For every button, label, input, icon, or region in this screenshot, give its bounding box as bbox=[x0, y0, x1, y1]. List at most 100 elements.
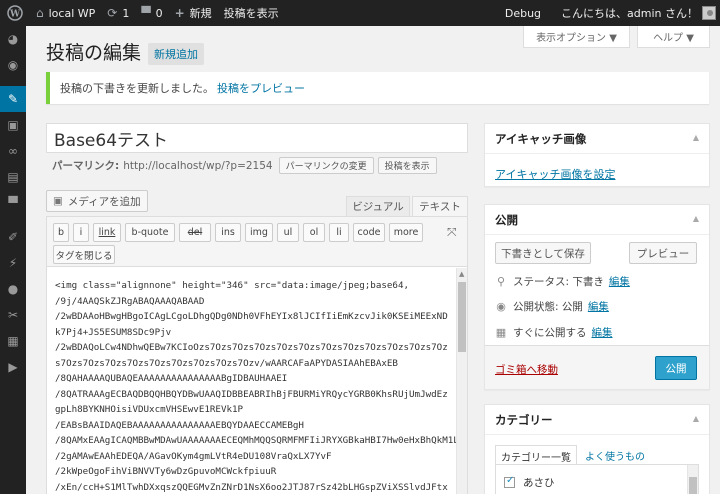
qt-ins-button[interactable]: ins bbox=[215, 223, 241, 242]
save-draft-button[interactable]: 下書きとして保存 bbox=[495, 242, 591, 264]
schedule-row: ▦ すぐに公開する 編集 bbox=[495, 325, 613, 340]
admin-bar: W ⌂ local WP ⟳ 1 ▀ 0 + 新規 投稿を表示 Debug こん… bbox=[0, 0, 720, 26]
plugins-icon[interactable]: ⚡ bbox=[0, 250, 26, 276]
new-label: 新規 bbox=[189, 7, 212, 20]
media-icon: ▣ bbox=[53, 195, 63, 207]
code-line: /8QAMxEAAgICAQMBBwMDAwUAAAAAAAECEQMhMQQS… bbox=[55, 435, 457, 446]
eye-icon: ◉ bbox=[496, 300, 506, 313]
edit-status-link[interactable]: 編集 bbox=[609, 274, 630, 289]
qt-blockquote-button[interactable]: b-quote bbox=[125, 223, 175, 242]
category-checklist: あさひ bbox=[495, 464, 699, 494]
comment-icon: ▀ bbox=[141, 6, 151, 20]
permalink-label: パーマリンク: bbox=[52, 160, 120, 172]
tools-icon[interactable]: ✂ bbox=[0, 302, 26, 328]
scroll-up-arrow-icon[interactable]: ▲ bbox=[459, 270, 464, 278]
preview-button[interactable]: プレビュー bbox=[629, 242, 697, 264]
greeting: こんにちは、admin さん！ bbox=[561, 7, 698, 20]
qt-ul-button[interactable]: ul bbox=[277, 223, 299, 242]
admin-menu: ◕ ◉ ✎ ▣ ∞ ▤ ▀ ✐ ⚡ ● ✂ ▦ ▶ bbox=[0, 26, 26, 494]
permalink-url: http://localhost/wp/?p=2154 bbox=[123, 159, 273, 172]
categories-box: カテゴリー ▲ カテゴリー一覧 よく使うもの あさひ bbox=[484, 404, 710, 494]
category-label: あさひ bbox=[523, 477, 555, 489]
wordpress-logo-icon[interactable]: W bbox=[0, 0, 30, 26]
media-icon[interactable]: ▣ bbox=[0, 112, 26, 138]
change-permalink-button[interactable]: パーマリンクの変更 bbox=[278, 157, 374, 174]
qt-ol-button[interactable]: ol bbox=[303, 223, 325, 242]
collapse-arrow-icon[interactable]: ▲ bbox=[693, 133, 699, 142]
add-new-button[interactable]: 新規追加 bbox=[148, 43, 204, 65]
collapse-arrow-icon[interactable]: ▲ bbox=[693, 414, 699, 423]
visibility-row: ◉ 公開状態: 公開 編集 bbox=[495, 299, 609, 314]
appearance-icon[interactable]: ✐ bbox=[0, 224, 26, 250]
qt-more-button[interactable]: more bbox=[389, 223, 423, 242]
status-label: ステータス: 下書き bbox=[513, 276, 604, 288]
comments-count: 0 bbox=[155, 6, 163, 20]
pages-icon[interactable]: ▤ bbox=[0, 164, 26, 190]
fullscreen-icon[interactable]: ⤧ bbox=[447, 225, 457, 240]
qt-code-button[interactable]: code bbox=[353, 223, 385, 242]
comments-icon[interactable]: ▀ bbox=[0, 190, 26, 216]
code-line: /2kWpeOgoFihViBNVVTy6wDzGpuvoMCWckfpiuuR bbox=[55, 466, 277, 477]
tab-text[interactable]: テキスト bbox=[412, 196, 468, 216]
plus-icon: + bbox=[174, 6, 185, 20]
collapse-menu-icon[interactable]: ▶ bbox=[0, 354, 26, 380]
posts-pin-icon[interactable]: ✎ bbox=[0, 86, 26, 112]
page-title: 投稿の編集 bbox=[46, 42, 142, 64]
post-title-input[interactable] bbox=[46, 123, 468, 153]
settings-icon[interactable]: ▦ bbox=[0, 328, 26, 354]
comments-menu[interactable]: ▀ 0 bbox=[135, 0, 168, 26]
home-icon: ⌂ bbox=[36, 6, 44, 20]
edit-schedule-link[interactable]: 編集 bbox=[592, 325, 613, 340]
scroll-thumb[interactable] bbox=[458, 282, 466, 352]
view-post-label: 投稿を表示 bbox=[223, 7, 279, 20]
editor-scrollbar[interactable]: ▲ bbox=[456, 268, 467, 494]
qt-italic-button[interactable]: i bbox=[73, 223, 89, 242]
help-tab[interactable]: ヘルプ ▼ bbox=[637, 26, 710, 48]
category-checkbox[interactable] bbox=[504, 475, 515, 488]
avatar bbox=[702, 6, 716, 20]
edit-visibility-link[interactable]: 編集 bbox=[588, 299, 609, 314]
view-post-link[interactable]: 投稿を表示 bbox=[218, 0, 285, 26]
jetpack-icon[interactable]: ◉ bbox=[0, 52, 26, 78]
categories-title: カテゴリー bbox=[485, 405, 709, 435]
scroll-thumb[interactable] bbox=[689, 477, 697, 494]
major-publishing-actions: ゴミ箱へ移動 公開 bbox=[485, 345, 709, 389]
visibility-label: 公開状態: 公開 bbox=[513, 301, 583, 313]
qt-bold-button[interactable]: b bbox=[53, 223, 69, 242]
help-label: ヘルプ ▼ bbox=[653, 33, 694, 44]
add-media-button[interactable]: ▣ メディアを追加 bbox=[46, 190, 148, 212]
dashboard-icon[interactable]: ◕ bbox=[0, 26, 26, 52]
site-name-menu[interactable]: ⌂ local WP bbox=[30, 0, 101, 26]
site-name: local WP bbox=[48, 6, 96, 20]
collapse-arrow-icon[interactable]: ▲ bbox=[693, 214, 699, 223]
code-line: /2wBDAQoLCw4NDhwQEBw7KCIoOzs7Ozs7Ozs7Ozs… bbox=[55, 342, 448, 369]
qt-link-button[interactable]: link bbox=[93, 223, 121, 242]
qt-del-button[interactable]: del bbox=[179, 223, 211, 242]
my-account-menu[interactable]: こんにちは、admin さん！ bbox=[555, 0, 720, 26]
qt-li-button[interactable]: li bbox=[329, 223, 349, 242]
updates-menu[interactable]: ⟳ 1 bbox=[101, 0, 135, 26]
debug-menu[interactable]: Debug bbox=[499, 0, 555, 26]
tab-visual[interactable]: ビジュアル bbox=[346, 196, 410, 216]
move-to-trash-link[interactable]: ゴミ箱へ移動 bbox=[495, 362, 558, 377]
update-notice: 投稿の下書きを更新しました。 投稿をプレビュー bbox=[46, 72, 709, 104]
code-line: /2wBDAAoHBwgHBgoICAgLCgoLDhgQDg0NDh0VFhE… bbox=[55, 311, 448, 338]
users-icon[interactable]: ● bbox=[0, 276, 26, 302]
code-line: /9j/4AAQSkZJRgABAQAAAQABAAD bbox=[55, 295, 205, 307]
updates-icon: ⟳ bbox=[107, 6, 118, 20]
preview-post-link[interactable]: 投稿をプレビュー bbox=[217, 80, 305, 96]
category-scrollbar[interactable] bbox=[687, 465, 698, 494]
content-textarea[interactable]: <img class="alignnone" height="346" src=… bbox=[47, 268, 457, 494]
new-content-menu[interactable]: + 新規 bbox=[169, 0, 218, 26]
featured-image-title: アイキャッチ画像 bbox=[485, 124, 709, 154]
debug-label: Debug bbox=[504, 6, 542, 20]
set-featured-image-link[interactable]: アイキャッチ画像を設定 bbox=[495, 168, 615, 181]
screen-options-tab[interactable]: 表示オプション ▼ bbox=[523, 26, 630, 48]
publish-button[interactable]: 公開 bbox=[655, 356, 697, 380]
category-item[interactable]: あさひ bbox=[504, 475, 555, 490]
qt-close-tags-button[interactable]: タグを閉じる bbox=[53, 245, 115, 264]
view-post-button[interactable]: 投稿を表示 bbox=[377, 157, 437, 174]
links-icon[interactable]: ∞ bbox=[0, 138, 26, 164]
qt-img-button[interactable]: img bbox=[245, 223, 273, 242]
add-media-label: メディアを追加 bbox=[67, 195, 141, 208]
